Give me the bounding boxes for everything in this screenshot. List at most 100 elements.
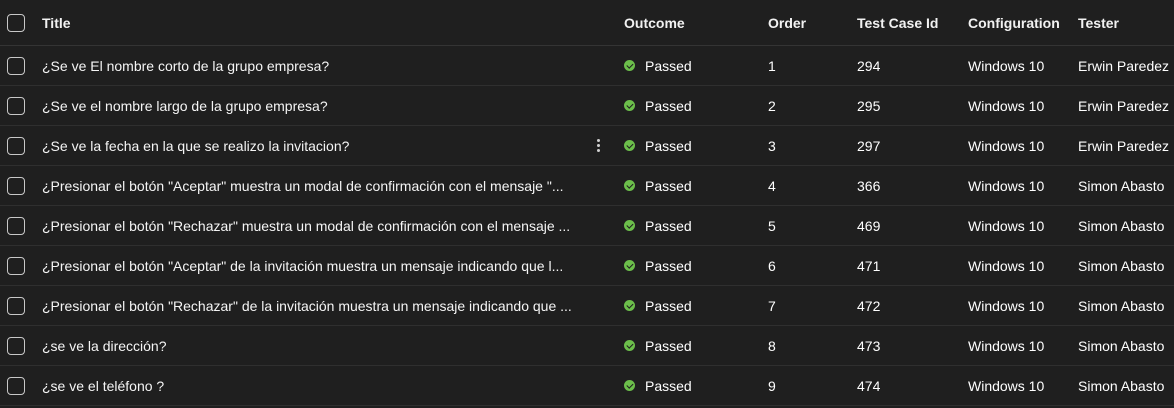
select-all-checkbox[interactable]: [7, 13, 25, 32]
column-header-title[interactable]: Title: [42, 0, 582, 45]
table-row[interactable]: ¿Se ve El nombre corto de la grupo empre…: [0, 46, 1174, 86]
test-case-id-cell: 366: [857, 177, 881, 194]
test-points-grid: Title Outcome Order Test Case Id Configu…: [0, 0, 1174, 408]
row-select-cell[interactable]: [7, 246, 29, 285]
outcome-cell: Passed: [624, 286, 754, 325]
test-case-id-cell: 474: [857, 377, 881, 394]
title-cell[interactable]: ¿Se ve El nombre corto de la grupo empre…: [42, 46, 582, 85]
title-cell[interactable]: ¿Presionar el botón "Rechazar" muestra u…: [42, 206, 582, 245]
outcome-cell: Passed: [624, 126, 754, 165]
outcome-text: Passed: [645, 257, 692, 274]
title-text[interactable]: ¿Se ve la fecha en la que se realizo la …: [42, 138, 349, 154]
outcome-cell: Passed: [624, 246, 754, 285]
test-case-id-cell: 473: [857, 337, 881, 354]
passed-check-icon: [624, 220, 635, 231]
title-cell[interactable]: ¿se ve la dirección?: [42, 326, 582, 365]
outcome-text: Passed: [645, 377, 692, 394]
grid-body: ¿Se ve El nombre corto de la grupo empre…: [0, 46, 1174, 406]
configuration-cell: Windows 10: [968, 177, 1045, 194]
header-select-all-cell[interactable]: [7, 0, 29, 45]
row-checkbox[interactable]: [7, 176, 25, 195]
configuration-cell: Windows 10: [968, 57, 1045, 74]
outcome-text: Passed: [645, 217, 692, 234]
configuration-cell: Windows 10: [968, 137, 1045, 154]
outcome-cell: Passed: [624, 366, 754, 405]
row-checkbox[interactable]: [7, 256, 25, 275]
test-case-id-cell: 469: [857, 217, 881, 234]
title-text[interactable]: ¿Presionar el botón "Rechazar" de la inv…: [42, 298, 572, 314]
row-checkbox[interactable]: [7, 136, 25, 155]
configuration-cell: Windows 10: [968, 297, 1045, 314]
row-checkbox[interactable]: [7, 216, 25, 235]
row-checkbox[interactable]: [7, 336, 25, 355]
outcome-cell: Passed: [624, 166, 754, 205]
order-cell: 6: [768, 257, 776, 274]
row-select-cell[interactable]: [7, 46, 29, 85]
table-row[interactable]: ¿Presionar el botón "Aceptar" de la invi…: [0, 246, 1174, 286]
row-select-cell[interactable]: [7, 166, 29, 205]
outcome-cell: Passed: [624, 46, 754, 85]
title-text[interactable]: ¿se ve el teléfono ?: [42, 378, 164, 394]
table-row[interactable]: ¿se ve la dirección? Passed 8 473 Window…: [0, 326, 1174, 366]
row-checkbox[interactable]: [7, 96, 25, 115]
title-text[interactable]: ¿Presionar el botón "Aceptar" muestra un…: [42, 178, 564, 194]
passed-check-icon: [624, 380, 635, 391]
table-row[interactable]: ¿Presionar el botón "Rechazar" muestra u…: [0, 206, 1174, 246]
row-select-cell[interactable]: [7, 126, 29, 165]
title-cell[interactable]: ¿Se ve el nombre largo de la grupo empre…: [42, 86, 582, 125]
title-text[interactable]: ¿Presionar el botón "Aceptar" de la invi…: [42, 258, 563, 274]
passed-check-icon: [624, 340, 635, 351]
tester-cell: Simon Abasto: [1078, 297, 1165, 314]
row-select-cell[interactable]: [7, 86, 29, 125]
column-header-test-case-id[interactable]: Test Case Id: [857, 0, 957, 45]
tester-cell: Erwin Paredez: [1078, 57, 1170, 74]
title-cell[interactable]: ¿Presionar el botón "Aceptar" muestra un…: [42, 166, 582, 205]
tester-cell: Simon Abasto: [1078, 177, 1165, 194]
passed-check-icon: [624, 100, 635, 111]
title-cell[interactable]: ¿Presionar el botón "Aceptar" de la invi…: [42, 246, 582, 285]
row-checkbox[interactable]: [7, 296, 25, 315]
row-select-cell[interactable]: [7, 366, 29, 405]
outcome-cell: Passed: [624, 86, 754, 125]
row-select-cell[interactable]: [7, 326, 29, 365]
row-checkbox[interactable]: [7, 56, 25, 75]
title-text[interactable]: ¿Presionar el botón "Rechazar" muestra u…: [42, 218, 570, 234]
outcome-cell: Passed: [624, 326, 754, 365]
tester-cell: Simon Abasto: [1078, 257, 1165, 274]
title-text[interactable]: ¿Se ve el nombre largo de la grupo empre…: [42, 98, 328, 114]
test-case-id-cell: 472: [857, 297, 881, 314]
more-actions-icon[interactable]: [596, 139, 600, 152]
configuration-cell: Windows 10: [968, 337, 1045, 354]
tester-cell: Erwin Paredez: [1078, 97, 1170, 114]
column-header-outcome[interactable]: Outcome: [624, 0, 754, 45]
table-row[interactable]: ¿Presionar el botón "Aceptar" muestra un…: [0, 166, 1174, 206]
column-header-order[interactable]: Order: [768, 0, 848, 45]
title-text[interactable]: ¿Se ve El nombre corto de la grupo empre…: [42, 58, 329, 74]
table-row[interactable]: ¿Se ve la fecha en la que se realizo la …: [0, 126, 1174, 166]
order-cell: 8: [768, 337, 776, 354]
order-cell: 2: [768, 97, 776, 114]
passed-check-icon: [624, 300, 635, 311]
configuration-cell: Windows 10: [968, 217, 1045, 234]
test-case-id-cell: 294: [857, 57, 881, 74]
order-cell: 9: [768, 377, 776, 394]
test-case-id-cell: 471: [857, 257, 881, 274]
row-select-cell[interactable]: [7, 206, 29, 245]
order-cell: 7: [768, 297, 776, 314]
table-row[interactable]: ¿Presionar el botón "Rechazar" de la inv…: [0, 286, 1174, 326]
order-cell: 3: [768, 137, 776, 154]
title-cell[interactable]: ¿se ve el teléfono ?: [42, 366, 582, 405]
column-header-configuration[interactable]: Configuration: [968, 0, 1073, 45]
order-cell: 4: [768, 177, 776, 194]
title-text[interactable]: ¿se ve la dirección?: [42, 338, 167, 354]
outcome-text: Passed: [645, 97, 692, 114]
table-row[interactable]: ¿Se ve el nombre largo de la grupo empre…: [0, 86, 1174, 126]
title-cell[interactable]: ¿Se ve la fecha en la que se realizo la …: [42, 126, 582, 165]
column-header-tester[interactable]: Tester: [1078, 0, 1174, 45]
row-select-cell[interactable]: [7, 286, 29, 325]
configuration-cell: Windows 10: [968, 257, 1045, 274]
row-checkbox[interactable]: [7, 376, 25, 395]
table-row[interactable]: ¿se ve el teléfono ? Passed 9 474 Window…: [0, 366, 1174, 406]
more-actions-cell[interactable]: [588, 126, 608, 165]
title-cell[interactable]: ¿Presionar el botón "Rechazar" de la inv…: [42, 286, 582, 325]
